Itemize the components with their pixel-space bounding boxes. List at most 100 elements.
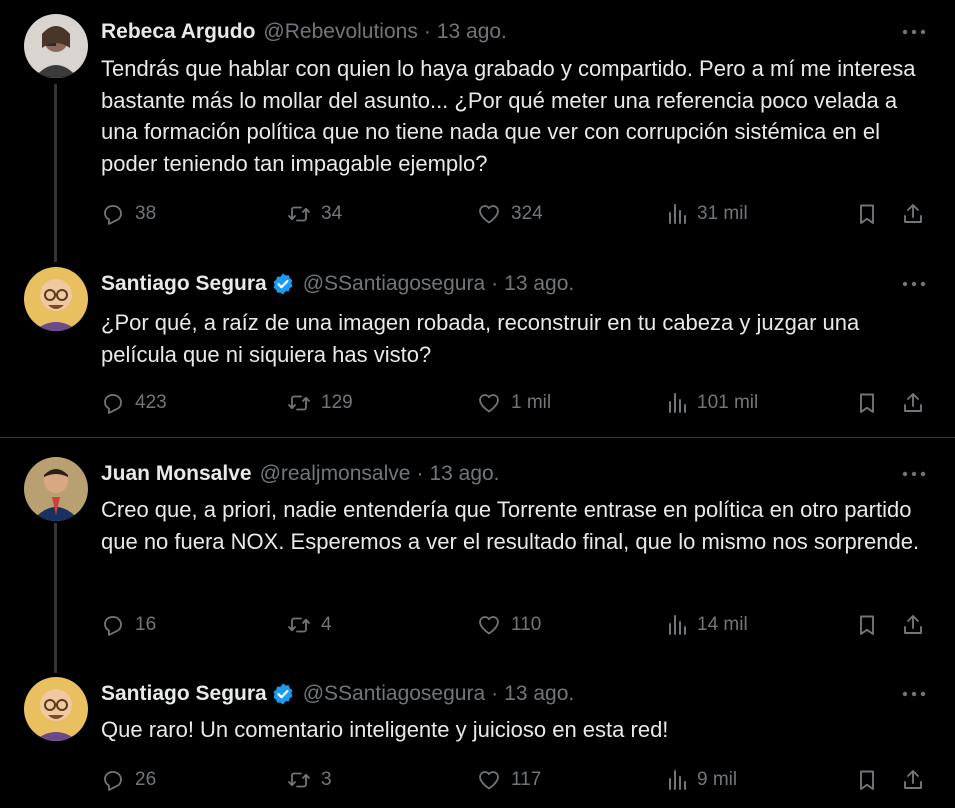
share-icon	[904, 204, 922, 223]
bookmark-icon	[860, 770, 874, 790]
author-handle[interactable]: @Rebevolutions	[263, 20, 417, 44]
more-icon[interactable]	[901, 681, 927, 707]
separator-dot: ·	[423, 20, 431, 43]
retweet-icon	[288, 772, 310, 788]
author-name[interactable]: Santiago Segura	[101, 272, 267, 296]
tweet-date[interactable]: 13 ago.	[504, 682, 574, 706]
like-count: 117	[511, 769, 542, 790]
author-handle[interactable]: @SSantiagosegura	[303, 682, 485, 706]
reply-button[interactable]: 16	[101, 610, 156, 640]
share-button[interactable]	[901, 388, 925, 418]
views-button[interactable]: 101 mil	[665, 388, 758, 418]
bookmark-button[interactable]	[855, 610, 879, 640]
tweet-actions: 38 34 324 31 mil	[101, 199, 931, 229]
like-icon	[479, 616, 499, 635]
avatar[interactable]	[24, 677, 88, 741]
share-button[interactable]	[901, 765, 925, 795]
author-name[interactable]: Juan Monsalve	[101, 462, 252, 486]
views-count: 9 mil	[697, 769, 738, 790]
more-icon[interactable]	[901, 19, 927, 45]
reply-icon	[104, 771, 122, 791]
views-icon	[669, 770, 686, 790]
avatar[interactable]	[24, 457, 88, 521]
like-button[interactable]: 110	[477, 610, 541, 640]
bookmark-button[interactable]	[855, 199, 879, 229]
avatar[interactable]	[24, 267, 88, 331]
more-icon[interactable]	[901, 271, 927, 297]
tweet-text: Que raro! Un comentario inteligente y ju…	[101, 717, 669, 742]
tweet[interactable]: Santiago Segura @SSantiagosegura · 13 ag…	[0, 260, 955, 437]
avatar[interactable]	[24, 14, 88, 78]
author-handle[interactable]: @realjmonsalve	[260, 462, 411, 486]
tweet-header: Rebeca Argudo @Rebevolutions · 13 ago.	[101, 19, 507, 45]
tweet-header: Santiago Segura @SSantiagosegura · 13 ag…	[101, 681, 574, 707]
like-button[interactable]: 1 mil	[477, 388, 551, 418]
reply-icon	[104, 616, 122, 636]
retweet-count: 4	[321, 614, 332, 635]
reply-button[interactable]: 38	[101, 199, 156, 229]
tweet[interactable]: Santiago Segura @SSantiagosegura · 13 ag…	[0, 670, 955, 808]
separator-dot: ·	[491, 272, 499, 295]
share-button[interactable]	[901, 610, 925, 640]
tweet-date[interactable]: 13 ago.	[437, 20, 507, 44]
retweet-count: 3	[321, 769, 332, 790]
tweet-text: Creo que, a priori, nadie entendería que…	[101, 497, 920, 554]
bookmark-icon	[860, 615, 874, 635]
reply-count: 423	[135, 392, 167, 413]
like-icon	[479, 205, 499, 224]
bookmark-button[interactable]	[855, 765, 879, 795]
retweet-icon	[288, 395, 310, 411]
tweet-actions: 26 3 117 9 mil	[101, 765, 931, 795]
views-icon	[669, 615, 686, 635]
reply-icon	[104, 205, 122, 225]
retweet-icon	[288, 206, 310, 222]
verified-icon	[273, 683, 293, 705]
share-icon	[904, 770, 922, 789]
author-handle[interactable]: @SSantiagosegura	[303, 272, 485, 296]
retweet-count: 34	[321, 203, 343, 224]
tweet[interactable]: Juan Monsalve @realjmonsalve · 13 ago. C…	[0, 438, 955, 670]
retweet-button[interactable]: 129	[287, 388, 353, 418]
bookmark-button[interactable]	[855, 388, 879, 418]
views-button[interactable]: 14 mil	[665, 610, 748, 640]
retweet-button[interactable]: 4	[287, 610, 332, 640]
views-icon	[669, 393, 686, 413]
views-button[interactable]: 31 mil	[665, 199, 748, 229]
share-button[interactable]	[901, 199, 925, 229]
like-icon	[479, 771, 499, 790]
tweet-text: Tendrás que hablar con quien lo haya gra…	[101, 56, 916, 176]
reply-button[interactable]: 26	[101, 765, 156, 795]
share-icon	[904, 615, 922, 634]
more-icon[interactable]	[901, 461, 927, 487]
retweet-button[interactable]: 3	[287, 765, 332, 795]
tweet-header: Juan Monsalve @realjmonsalve · 13 ago.	[101, 461, 500, 487]
tweet-header: Santiago Segura @SSantiagosegura · 13 ag…	[101, 271, 574, 297]
bookmark-icon	[860, 204, 874, 224]
views-count: 101 mil	[697, 392, 759, 413]
tweet-date[interactable]: 13 ago.	[429, 462, 499, 486]
views-count: 14 mil	[697, 614, 748, 635]
bookmark-icon	[860, 393, 874, 413]
like-count: 110	[511, 614, 542, 635]
retweet-button[interactable]: 34	[287, 199, 342, 229]
separator-dot: ·	[491, 682, 499, 705]
verified-icon	[273, 273, 293, 295]
separator-dot: ·	[416, 462, 424, 485]
reply-count: 26	[135, 769, 157, 790]
share-icon	[904, 393, 922, 412]
reply-icon	[104, 394, 122, 414]
like-button[interactable]: 324	[477, 199, 543, 229]
views-count: 31 mil	[697, 203, 748, 224]
retweet-icon	[288, 617, 310, 633]
like-count: 324	[511, 203, 543, 224]
tweet[interactable]: Rebeca Argudo @Rebevolutions · 13 ago. T…	[0, 0, 955, 260]
like-icon	[479, 394, 499, 413]
author-name[interactable]: Rebeca Argudo	[101, 20, 255, 44]
tweet-actions: 16 4 110 14 mil	[101, 610, 931, 640]
like-button[interactable]: 117	[477, 765, 541, 795]
views-button[interactable]: 9 mil	[665, 765, 737, 795]
tweet-date[interactable]: 13 ago.	[504, 272, 574, 296]
reply-button[interactable]: 423	[101, 388, 167, 418]
author-name[interactable]: Santiago Segura	[101, 682, 267, 706]
like-count: 1 mil	[511, 392, 552, 413]
